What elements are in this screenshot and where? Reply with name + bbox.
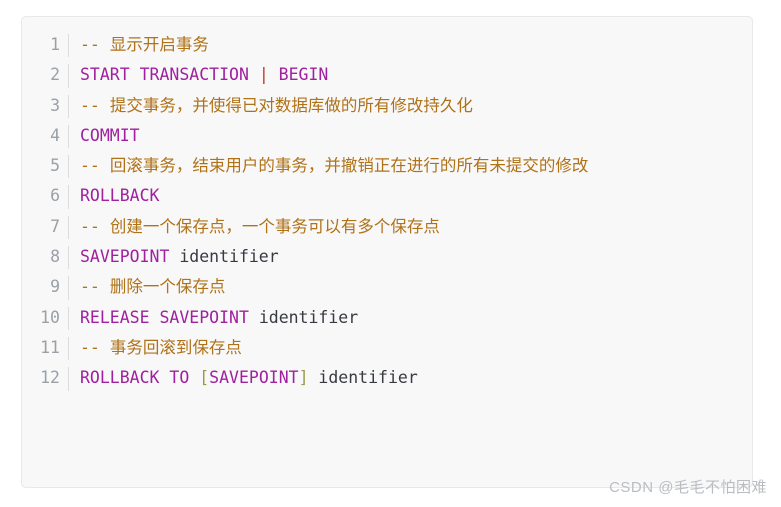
code-line-content[interactable]: RELEASE SAVEPOINT identifier <box>69 303 752 333</box>
token-comment: -- <box>80 95 110 115</box>
line-number: 2 <box>22 60 69 90</box>
token-comment: -- <box>80 35 110 54</box>
code-line-content[interactable]: -- 提交事务，并使得已对数据库做的所有修改持久化 <box>69 91 752 121</box>
code-line-content[interactable]: -- 事务回滚到保存点 <box>69 333 752 363</box>
token-plain: identifier <box>248 307 359 327</box>
code-lines-container: 1 -- 显示开启事务 2 START TRANSACTION | BEGIN 3 -- … <box>22 17 752 404</box>
code-line: 8 SAVEPOINT identifier <box>22 242 752 272</box>
line-number: 1 <box>22 30 69 60</box>
line-number: 11 <box>22 333 69 363</box>
token-plain: identifier <box>308 368 418 388</box>
code-line-content[interactable]: SAVEPOINT identifier <box>69 242 752 272</box>
code-line: 9 -- 删除一个保存点 <box>22 272 752 302</box>
token-keyword: RELEASE SAVEPOINT <box>80 307 249 327</box>
code-line-content[interactable]: ROLLBACK TO [SAVEPOINT] identifier <box>69 363 752 393</box>
line-number: 10 <box>22 303 69 333</box>
token-keyword: ROLLBACK <box>80 186 160 206</box>
line-number: 7 <box>22 212 69 242</box>
token-comment: 提交事务，并使得已对数据库做的所有修改持久化 <box>109 95 473 115</box>
token-keyword: SAVEPOINT <box>209 368 299 388</box>
code-line-content[interactable]: -- 创建一个保存点，一个事务可以有多个保存点 <box>69 212 752 242</box>
token-keyword: SAVEPOINT <box>80 247 170 267</box>
code-line: 10 RELEASE SAVEPOINT identifier <box>22 303 752 333</box>
line-number: 6 <box>22 181 69 211</box>
token-comment: 删除一个保存点 <box>109 277 226 297</box>
token-comment: -- <box>80 337 110 357</box>
code-line: 7 -- 创建一个保存点，一个事务可以有多个保存点 <box>22 212 752 242</box>
token-comment: -- <box>80 277 110 297</box>
token-comment: 回滚事务，结束用户的事务，并撤销正在进行的所有未提交的修改 <box>109 156 589 176</box>
token-plain: identifier <box>169 247 279 267</box>
line-number: 12 <box>22 363 69 393</box>
code-line-content[interactable]: -- 删除一个保存点 <box>69 272 752 302</box>
token-comment: 创建一个保存点，一个事务可以有多个保存点 <box>109 216 440 236</box>
code-line: 5 -- 回滚事务，结束用户的事务，并撤销正在进行的所有未提交的修改 <box>22 151 752 181</box>
token-comment: 事务回滚到保存点 <box>109 337 242 357</box>
code-line: 2 START TRANSACTION | BEGIN <box>22 60 752 90</box>
token-keyword: ROLLBACK TO <box>80 368 200 388</box>
csdn-watermark: CSDN @毛毛不怕困难 <box>609 479 767 496</box>
line-number: 9 <box>22 272 69 302</box>
line-number: 4 <box>22 121 69 151</box>
code-line-content[interactable]: -- 显示开启事务 <box>69 30 752 60</box>
code-line: 4 COMMIT <box>22 121 752 151</box>
line-number: 5 <box>22 151 69 181</box>
code-line-content[interactable]: ROLLBACK <box>69 181 752 211</box>
code-line: 11 -- 事务回滚到保存点 <box>22 333 752 363</box>
code-line: 3 -- 提交事务，并使得已对数据库做的所有修改持久化 <box>22 91 752 121</box>
token-comment: -- <box>80 156 110 176</box>
code-line: 6 ROLLBACK <box>22 181 752 211</box>
code-line-content[interactable]: START TRANSACTION | BEGIN <box>69 60 752 90</box>
token-keyword: COMMIT <box>80 125 140 145</box>
line-number: 3 <box>22 91 69 121</box>
code-block: 1 -- 显示开启事务 2 START TRANSACTION | BEGIN 3 -- … <box>21 16 753 488</box>
code-line: 1 -- 显示开启事务 <box>22 30 752 60</box>
page-root: 1 -- 显示开启事务 2 START TRANSACTION | BEGIN 3 -- … <box>0 0 781 507</box>
token-bracket: ] <box>298 368 309 388</box>
token-operator: | <box>258 65 269 85</box>
code-line-content[interactable]: COMMIT <box>69 121 752 151</box>
code-line: 12 ROLLBACK TO [SAVEPOINT] identifier <box>22 363 752 393</box>
token-keyword: BEGIN <box>268 65 329 85</box>
token-bracket: [ <box>199 368 210 388</box>
code-line-content[interactable]: -- 回滚事务，结束用户的事务，并撤销正在进行的所有未提交的修改 <box>69 151 752 181</box>
token-comment: -- <box>80 216 110 236</box>
token-keyword: START TRANSACTION <box>80 65 259 85</box>
token-comment: 显示开启事务 <box>109 35 209 54</box>
line-number: 8 <box>22 242 69 272</box>
